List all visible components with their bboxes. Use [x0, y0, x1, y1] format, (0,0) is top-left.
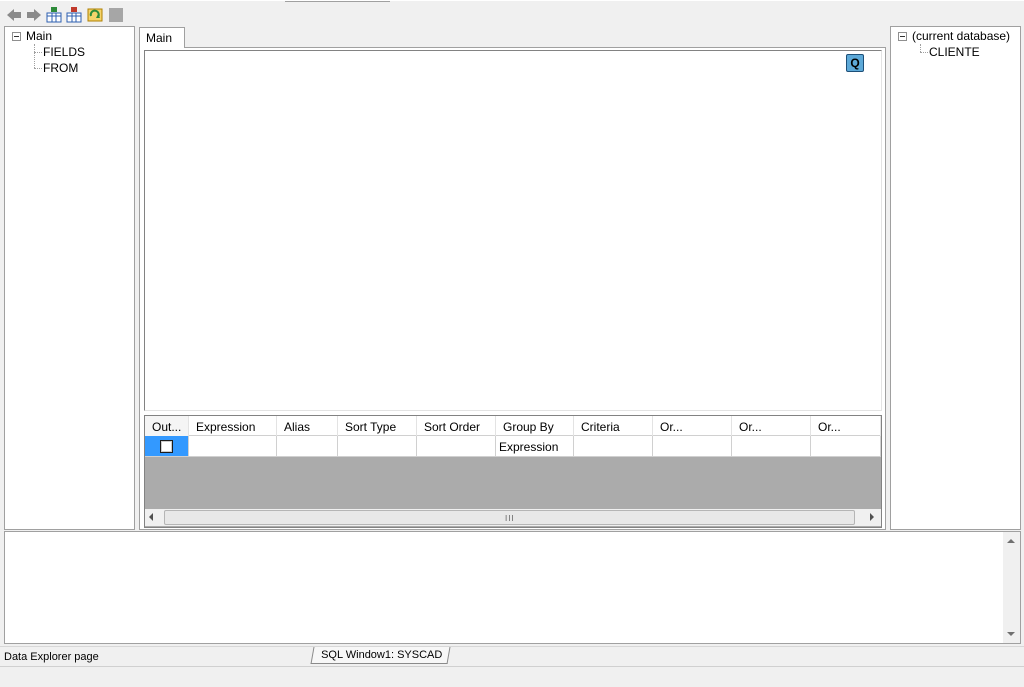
add-table-icon[interactable] [46, 7, 62, 23]
alias-cell[interactable] [277, 436, 338, 457]
output-checkbox[interactable] [160, 440, 173, 453]
toolbar [0, 0, 1024, 26]
status-bar: Data Explorer page SQL Window1: SYSCAD [0, 646, 1024, 666]
tree-node-from[interactable]: FROM [43, 61, 78, 76]
output-cell[interactable] [145, 436, 189, 457]
remove-table-icon[interactable] [66, 7, 82, 23]
col-header-output[interactable]: Out... [145, 416, 189, 436]
sort-type-cell[interactable] [338, 436, 417, 457]
horizontal-scrollbar[interactable]: III [145, 509, 881, 526]
tree-connector [920, 52, 928, 53]
query-button[interactable]: Q [846, 54, 864, 72]
or-cell-3[interactable] [811, 436, 881, 457]
query-design-canvas[interactable] [144, 50, 882, 411]
collapse-icon[interactable] [898, 32, 907, 41]
criteria-cell[interactable] [574, 436, 653, 457]
sql-text-panel[interactable] [4, 531, 1021, 644]
col-header-alias[interactable]: Alias [277, 416, 338, 436]
expression-cell[interactable] [189, 436, 277, 457]
database-tree: (current database) CLIENTE [890, 26, 1021, 530]
tree-node-current-database[interactable]: (current database) [912, 29, 1010, 44]
col-header-or-3[interactable]: Or... [811, 416, 881, 436]
tree-connector [34, 44, 35, 68]
document-tab[interactable]: SQL Window1: SYSCAD [310, 647, 451, 664]
tree-connector [920, 44, 921, 52]
sort-order-cell[interactable] [417, 436, 496, 457]
tab-main[interactable]: Main [139, 27, 185, 48]
table-row: Expression [145, 436, 881, 457]
scroll-left-icon[interactable] [149, 513, 153, 521]
stop-icon[interactable] [108, 7, 124, 23]
toolbar-top-divider [285, 1, 390, 2]
vertical-scrollbar[interactable] [1003, 532, 1020, 643]
back-arrow-icon[interactable] [6, 7, 22, 23]
forward-arrow-icon[interactable] [26, 7, 42, 23]
group-by-cell[interactable]: Expression [496, 436, 574, 457]
grid-header: Out... Expression Alias Sort Type Sort O… [145, 416, 881, 436]
col-header-or-2[interactable]: Or... [732, 416, 811, 436]
collapse-icon[interactable] [12, 32, 21, 41]
scroll-thumb[interactable]: III [164, 510, 855, 525]
col-header-criteria[interactable]: Criteria [574, 416, 653, 436]
or-cell-1[interactable] [653, 436, 732, 457]
or-cell-2[interactable] [732, 436, 811, 457]
tree-node-main[interactable]: Main [26, 29, 52, 44]
col-header-sort-type[interactable]: Sort Type [338, 416, 417, 436]
status-text: Data Explorer page [4, 651, 99, 663]
col-header-expression[interactable]: Expression [189, 416, 277, 436]
scroll-down-icon[interactable] [1007, 632, 1015, 636]
document-tab-label: SQL Window1: SYSCAD [321, 649, 443, 661]
col-header-group-by[interactable]: Group By [496, 416, 574, 436]
window-bottom-strip [0, 666, 1024, 687]
tree-connector [34, 52, 42, 53]
col-header-or-1[interactable]: Or... [653, 416, 732, 436]
tree-node-cliente[interactable]: CLIENTE [929, 45, 980, 60]
refresh-icon[interactable] [87, 7, 103, 23]
tree-node-fields[interactable]: FIELDS [43, 45, 85, 60]
tree-connector [34, 68, 42, 69]
col-header-sort-order[interactable]: Sort Order [417, 416, 496, 436]
criteria-grid: Out... Expression Alias Sort Type Sort O… [144, 415, 882, 528]
scroll-grip: III [505, 514, 515, 523]
query-structure-tree: Main FIELDS FROM [4, 26, 135, 530]
scroll-up-icon[interactable] [1007, 539, 1015, 543]
scroll-right-icon[interactable] [870, 513, 874, 521]
